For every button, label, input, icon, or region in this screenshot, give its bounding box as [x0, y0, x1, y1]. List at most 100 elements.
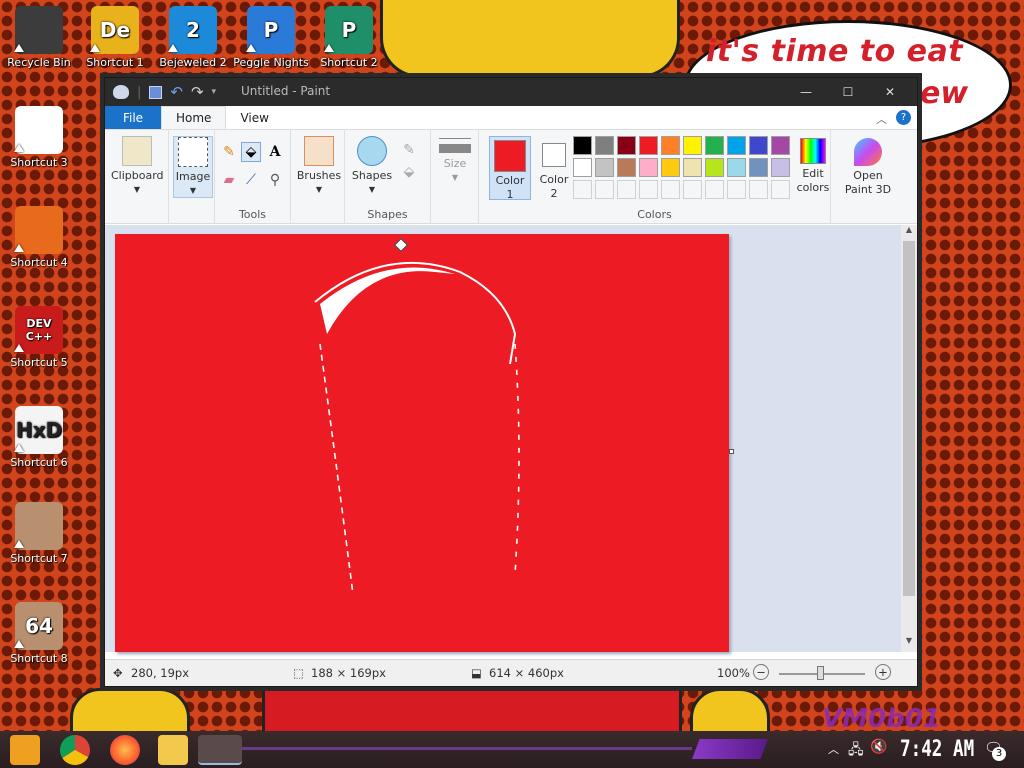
fill-icon[interactable]: ⬙: [241, 142, 261, 162]
tab-view[interactable]: View: [226, 106, 282, 129]
palette-swatch[interactable]: [661, 158, 680, 177]
taskbar-decoration-left: [242, 747, 692, 750]
eraser-icon[interactable]: ▰: [219, 170, 239, 190]
color1-button[interactable]: Color 1: [489, 136, 531, 201]
size-button[interactable]: Size ▼: [433, 138, 477, 185]
palette-swatch[interactable]: [705, 136, 724, 155]
save-icon[interactable]: [149, 85, 163, 99]
chrome-icon[interactable]: [60, 735, 90, 765]
palette-swatch[interactable]: [595, 136, 614, 155]
edit-colors-button[interactable]: Edit colors: [795, 136, 831, 195]
desktop-icon[interactable]: Shortcut 4: [0, 206, 78, 269]
palette-swatch[interactable]: [573, 180, 592, 199]
palette-swatch[interactable]: [749, 180, 768, 199]
paint-taskbar-icon[interactable]: [198, 735, 242, 765]
palette-swatch[interactable]: [683, 158, 702, 177]
desktop-icon[interactable]: HxD Shortcut 6: [0, 406, 78, 469]
palette-swatch[interactable]: [661, 180, 680, 199]
resize-handle[interactable]: [729, 449, 734, 454]
tab-file[interactable]: File: [105, 106, 161, 129]
color-palette: [573, 136, 799, 202]
network-icon[interactable]: 🖧: [848, 739, 864, 763]
canvas-workspace[interactable]: [105, 225, 901, 652]
palette-swatch[interactable]: [705, 180, 724, 199]
palette-swatch[interactable]: [573, 158, 592, 177]
palette-swatch[interactable]: [617, 180, 636, 199]
desktop-icon[interactable]: Shortcut 3: [0, 106, 78, 169]
color2-button[interactable]: Color 2: [535, 136, 573, 200]
zoom-out-icon[interactable]: −: [753, 664, 769, 680]
open-paint3d-button[interactable]: Open Paint 3D: [839, 136, 897, 197]
palette-swatch[interactable]: [683, 180, 702, 199]
title-bar[interactable]: | ↶ ↷ ▾ Untitled - Paint — ☐ ✕: [105, 78, 917, 106]
palette-swatch[interactable]: [639, 180, 658, 199]
desktop-icon[interactable]: P Peggle Nights: [232, 6, 310, 69]
desktop-icon[interactable]: P Shortcut 2: [310, 6, 388, 69]
customize-quick-access-icon[interactable]: ▾: [212, 87, 217, 97]
desktop-icon[interactable]: Recycle Bin: [0, 6, 78, 69]
palette-swatch[interactable]: [727, 158, 746, 177]
palette-swatch[interactable]: [639, 136, 658, 155]
desktop-icon[interactable]: 2 Bejeweled 2: [154, 6, 232, 69]
palette-swatch[interactable]: [771, 136, 790, 155]
palette-swatch[interactable]: [661, 136, 680, 155]
palette-swatch[interactable]: [771, 180, 790, 199]
close-button[interactable]: ✕: [869, 78, 911, 106]
collapse-ribbon-icon[interactable]: ︿: [876, 111, 887, 127]
shortcut-arrow-icon: [14, 540, 24, 548]
volume-muted-icon[interactable]: 🔇: [870, 739, 887, 755]
desktop-icon[interactable]: DEV C++ Shortcut 5: [0, 306, 78, 369]
palette-swatch[interactable]: [771, 158, 790, 177]
vertical-scrollbar[interactable]: ▲ ▼: [901, 225, 917, 652]
brushes-button[interactable]: Brushes ▼: [293, 136, 345, 197]
help-icon[interactable]: ?: [896, 110, 911, 125]
zoom-in-icon[interactable]: +: [875, 664, 891, 680]
outline-icon[interactable]: ✎: [399, 140, 419, 160]
maximize-button[interactable]: ☐: [827, 78, 869, 106]
color1-swatch: [494, 140, 526, 172]
image-button[interactable]: Image ▼: [173, 136, 213, 198]
palette-swatch[interactable]: [683, 136, 702, 155]
shortcut-arrow-icon: [246, 44, 256, 52]
palette-swatch[interactable]: [639, 158, 658, 177]
palette-swatch[interactable]: [727, 136, 746, 155]
tab-home[interactable]: Home: [161, 106, 227, 129]
clipboard-button[interactable]: Clipboard ▼: [111, 136, 164, 197]
size-label: Size: [443, 157, 467, 170]
desktop-icon[interactable]: Shortcut 7: [0, 502, 78, 565]
palette-swatch[interactable]: [705, 158, 724, 177]
cursor-position-icon: ✥: [113, 666, 123, 680]
desktop-icon[interactable]: 64 Shortcut 8: [0, 602, 78, 665]
palette-swatch[interactable]: [749, 158, 768, 177]
clock[interactable]: 7:42 AM: [900, 737, 974, 762]
desktop-icon-label: Shortcut 7: [10, 552, 68, 565]
palette-swatch[interactable]: [595, 180, 614, 199]
desktop-icon[interactable]: De Shortcut 1: [76, 6, 154, 69]
undo-icon[interactable]: ↶: [170, 83, 183, 101]
palette-swatch[interactable]: [617, 136, 636, 155]
redo-icon[interactable]: ↷: [191, 83, 204, 101]
palette-swatch[interactable]: [727, 180, 746, 199]
minimize-button[interactable]: —: [785, 78, 827, 106]
zoom-slider-thumb[interactable]: [817, 666, 824, 680]
color-picker-icon[interactable]: ⟋: [241, 170, 261, 190]
shapes-group: Shapes ▼ ✎ ⬙ Shapes: [345, 130, 431, 224]
scroll-down-icon[interactable]: ▼: [901, 636, 917, 650]
palette-swatch[interactable]: [595, 158, 614, 177]
shapes-button[interactable]: Shapes ▼: [349, 136, 395, 197]
text-icon[interactable]: A: [265, 142, 285, 162]
magnifier-icon[interactable]: ⚲: [265, 170, 285, 190]
palette-swatch[interactable]: [617, 158, 636, 177]
firefox-icon[interactable]: [110, 735, 140, 765]
show-hidden-icons[interactable]: ︿: [828, 741, 839, 757]
palette-swatch[interactable]: [573, 136, 592, 155]
scroll-up-icon[interactable]: ▲: [901, 225, 917, 239]
file-explorer-icon[interactable]: [158, 735, 188, 765]
start-button[interactable]: [10, 735, 40, 765]
paint-app-icon[interactable]: [113, 85, 129, 99]
fill-shape-icon[interactable]: ⬙: [399, 162, 419, 182]
drawing-canvas[interactable]: [115, 234, 729, 652]
pencil-icon[interactable]: ✎: [219, 142, 239, 162]
palette-swatch[interactable]: [749, 136, 768, 155]
scrollbar-thumb[interactable]: [903, 241, 915, 596]
